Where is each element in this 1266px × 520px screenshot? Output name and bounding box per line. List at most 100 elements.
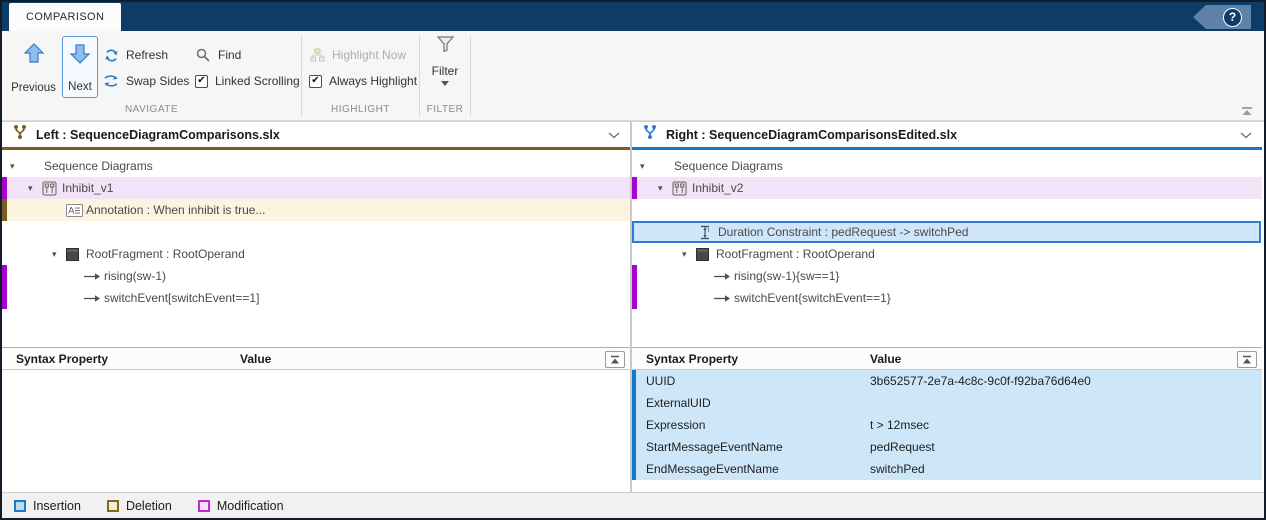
svg-text:t: t: [708, 228, 710, 234]
help-button[interactable]: ?: [1193, 5, 1251, 29]
message-icon: [714, 294, 732, 303]
expander-icon[interactable]: ▾: [52, 249, 66, 260]
left-pane-title: Left : SequenceDiagramComparisons.slx: [36, 128, 600, 142]
left-tree: ▾ Sequence Diagrams ▾ Inhibit_v1 ▾: [2, 150, 630, 347]
checkbox-checked-icon: ✔: [309, 75, 322, 88]
change-marker: [632, 370, 636, 392]
fragment-icon: [696, 248, 714, 261]
chevron-down-icon[interactable]: [608, 126, 620, 144]
tree-row[interactable]: ▾ RootFragment : RootOperand: [2, 243, 630, 265]
legend-label: Insertion: [33, 499, 81, 513]
tree-row[interactable]: ▾: [632, 199, 1262, 221]
find-button[interactable]: Find: [195, 45, 241, 65]
tab-comparison-label: COMPARISON: [26, 11, 104, 23]
tree-row[interactable]: ▾ Sequence Diagrams: [632, 155, 1262, 177]
tree-row[interactable]: ▾ rising(sw-1): [2, 265, 630, 287]
find-label: Find: [218, 48, 241, 62]
legend-swatch: [14, 500, 26, 512]
left-pane-header[interactable]: Left : SequenceDiagramComparisons.slx: [2, 122, 630, 147]
expander-icon[interactable]: ▾: [28, 183, 42, 194]
section-label-navigate: NAVIGATE: [2, 104, 301, 115]
property-value: t > 12msec: [870, 418, 1262, 432]
titlebar: COMPARISON ?: [2, 2, 1264, 31]
change-marker: [634, 223, 639, 241]
property-name: UUID: [632, 374, 870, 388]
property-row[interactable]: Expression t > 12msec: [632, 414, 1262, 436]
always-highlight-checkbox[interactable]: ✔ Always Highlight: [309, 71, 417, 91]
tree-row[interactable]: ▾ t Duration Constraint : pedRequest -> …: [632, 221, 1261, 243]
change-marker: [632, 177, 637, 199]
property-row[interactable]: EndMessageEventName switchPed: [632, 458, 1262, 480]
property-row[interactable]: StartMessageEventName pedRequest: [632, 436, 1262, 458]
change-marker: [632, 265, 637, 287]
ribbon-separator: [470, 36, 471, 116]
tree-row-label: Inhibit_v2: [690, 181, 743, 195]
arrow-up-icon: [23, 42, 45, 67]
swap-sides-button[interactable]: Swap Sides: [103, 71, 189, 91]
next-label: Next: [68, 81, 92, 93]
chevron-down-icon: [441, 81, 449, 86]
tree-row[interactable]: ▾ A Annotation : When inhibit is true...: [2, 199, 630, 221]
refresh-button[interactable]: Refresh: [103, 45, 168, 65]
tree-row[interactable]: ▾ rising(sw-1){sw==1}: [632, 265, 1262, 287]
tree-row-label: Inhibit_v1: [60, 181, 113, 195]
change-marker: [632, 458, 636, 480]
change-marker: [2, 199, 7, 221]
value-column-header: Value: [240, 352, 630, 366]
sequence-diagram-icon: [672, 181, 690, 196]
collapse-table-button[interactable]: [605, 351, 625, 368]
change-marker: [2, 177, 7, 199]
tree-row[interactable]: ▾: [2, 221, 630, 243]
collapse-table-button[interactable]: [1237, 351, 1257, 368]
expander-icon[interactable]: ▾: [10, 161, 24, 172]
checkbox-checked-icon: ✔: [195, 75, 208, 88]
tree-row[interactable]: ▾ Inhibit_v1: [2, 177, 630, 199]
tree-row-label: Duration Constraint : pedRequest -> swit…: [716, 225, 968, 239]
branch-icon: [642, 124, 658, 145]
legend-swatch: [198, 500, 210, 512]
expander-icon[interactable]: ▾: [640, 161, 654, 172]
linked-scrolling-checkbox[interactable]: ✔ Linked Scrolling: [195, 71, 300, 91]
property-value: pedRequest: [870, 440, 1262, 454]
property-value: switchPed: [870, 462, 1262, 476]
value-column-header: Value: [870, 352, 1262, 366]
previous-label: Previous: [11, 82, 56, 94]
expander-icon[interactable]: ▾: [682, 249, 696, 260]
left-table-header: Syntax Property Value: [2, 347, 630, 370]
property-name: Expression: [632, 418, 870, 432]
always-highlight-label: Always Highlight: [329, 74, 417, 88]
property-name: ExternalUID: [632, 396, 870, 410]
change-marker: [632, 392, 636, 414]
expander-icon[interactable]: ▾: [658, 183, 672, 194]
tree-row-label: switchEvent[switchEvent==1]: [102, 291, 259, 305]
tree-row[interactable]: ▾ RootFragment : RootOperand: [632, 243, 1262, 265]
highlight-now-label: Highlight Now: [332, 48, 406, 62]
legend-item: Deletion: [107, 499, 172, 513]
tree-row-label: RootFragment : RootOperand: [84, 247, 245, 261]
property-column-header: Syntax Property: [632, 352, 870, 366]
filter-button[interactable]: Filter: [422, 36, 468, 106]
next-button[interactable]: Next: [62, 36, 98, 98]
tree-row[interactable]: ▾ switchEvent{switchEvent==1}: [632, 287, 1262, 309]
property-row[interactable]: ExternalUID: [632, 392, 1262, 414]
tree-row[interactable]: ▾ Sequence Diagrams: [2, 155, 630, 177]
tree-row[interactable]: ▾ switchEvent[switchEvent==1]: [2, 287, 630, 309]
chevron-down-icon[interactable]: [1240, 126, 1252, 144]
highlight-now-button[interactable]: Highlight Now: [309, 45, 406, 65]
change-marker: [2, 265, 7, 287]
tab-comparison[interactable]: COMPARISON: [9, 3, 121, 31]
right-tree: ▾ Sequence Diagrams ▾ Inhibit_v2 ▾: [632, 150, 1262, 347]
tree-row[interactable]: ▾ Inhibit_v2: [632, 177, 1262, 199]
minimize-ribbon-button[interactable]: [1240, 105, 1254, 119]
tree-row-label: switchEvent{switchEvent==1}: [732, 291, 891, 305]
right-pane-header[interactable]: Right : SequenceDiagramComparisonsEdited…: [632, 122, 1262, 147]
change-marker: [632, 243, 637, 265]
property-value: 3b652577-2e7a-4c8c-9c0f-f92ba76d64e0: [870, 374, 1262, 388]
refresh-icon: [103, 48, 119, 63]
legend-item: Modification: [198, 499, 284, 513]
property-name: EndMessageEventName: [632, 462, 870, 476]
change-marker: [632, 436, 636, 458]
left-pane: Left : SequenceDiagramComparisons.slx ▾ …: [2, 122, 632, 492]
property-row[interactable]: UUID 3b652577-2e7a-4c8c-9c0f-f92ba76d64e…: [632, 370, 1262, 392]
previous-button[interactable]: Previous: [8, 36, 59, 98]
